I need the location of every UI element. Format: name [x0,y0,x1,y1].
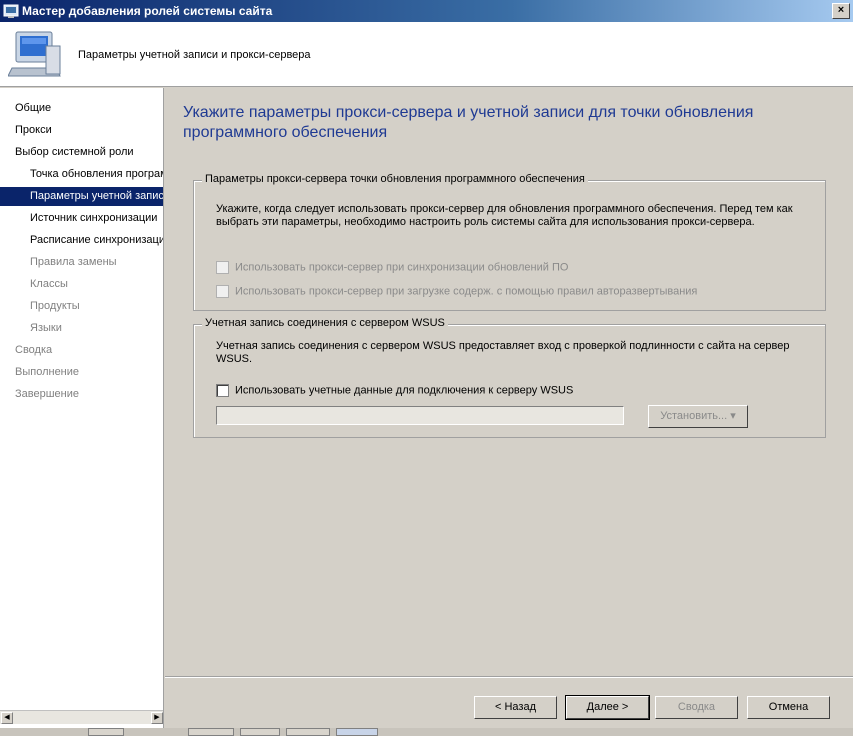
nav-step-products: Продукты [30,300,80,312]
nav-step-languages: Языки [30,322,62,334]
nav-step-progress: Выполнение [15,366,80,378]
nav-step-sync-schedule[interactable]: Расписание синхронизации [0,231,163,250]
nav-step-sup[interactable]: Точка обновления программного обеспечени… [0,165,163,184]
close-icon: × [837,4,845,16]
proxy-group-description: Укажите, когда следует использовать прок… [216,203,793,228]
proxy-sync-label: Использовать прокси-сервер при синхрониз… [235,261,569,274]
nav-step-classes: Классы [30,278,68,290]
back-button[interactable]: < Назад [474,696,557,719]
wsus-account-group: Учетная запись соединения с сервером WSU… [193,317,826,438]
cancel-button[interactable]: Отмена [747,696,830,719]
taskbar [0,728,853,736]
wsus-group-description: Учетная запись соединения с сервером WSU… [216,340,790,365]
wizard-content: Укажите параметры прокси-сервера и учетн… [165,88,853,678]
wizard-steps-nav: Общие Прокси Выбор системной роли Точка … [0,88,164,736]
page-title: Укажите параметры прокси-сервера и учетн… [183,104,754,141]
proxy-group-legend: Параметры прокси-сервера точки обновлени… [202,173,588,185]
scroll-right-icon[interactable]: ▶ [151,712,163,724]
nav-step-supersedence: Правила замены [30,256,117,268]
wizard-icon [3,4,19,18]
nav-horizontal-scrollbar[interactable]: ◀ ▶ [0,710,163,724]
proxy-settings-group: Параметры прокси-сервера точки обновлени… [193,173,826,311]
taskbar-item[interactable] [88,728,124,736]
nav-step-sync-source[interactable]: Источник синхронизации [0,209,163,228]
wsus-credentials-label[interactable]: Использовать учетные данные для подключе… [235,385,573,397]
close-button[interactable]: × [832,3,850,19]
nav-step-summary: Сводка [15,344,53,356]
wizard-subtitle: Параметры учетной записи и прокси-сервер… [78,49,311,61]
wizard-header: Параметры учетной записи и прокси-сервер… [0,22,853,87]
taskbar-item[interactable] [188,728,234,736]
proxy-sync-option: Использовать прокси-сервер при синхрониз… [216,261,568,275]
footer-divider [165,676,853,678]
set-account-button: Установить... ▾ [648,405,748,428]
proxy-adr-checkbox [216,285,229,298]
nav-step-account-settings[interactable]: Параметры учетной записи [0,187,163,206]
next-button[interactable]: Далее > [565,695,650,720]
summary-button: Сводка [655,696,738,719]
window-title: Мастер добавления ролей системы сайта [22,4,273,18]
nav-step-role-selection[interactable]: Выбор системной роли [0,143,163,162]
wsus-credentials-checkbox[interactable] [216,384,229,397]
taskbar-item[interactable] [286,728,330,736]
title-bar: Мастер добавления ролей системы сайта × [0,0,853,22]
taskbar-item-active[interactable] [336,728,378,736]
wsus-group-legend: Учетная запись соединения с сервером WSU… [202,317,448,329]
nav-step-general[interactable]: Общие [0,99,163,118]
taskbar-item[interactable] [240,728,280,736]
wsus-account-field [216,406,624,425]
nav-step-completion: Завершение [15,388,79,400]
proxy-adr-label: Использовать прокси-сервер при загрузке … [235,285,698,298]
proxy-adr-option: Использовать прокси-сервер при загрузке … [216,285,697,299]
scroll-left-icon[interactable]: ◀ [1,712,13,724]
proxy-sync-checkbox [216,261,229,274]
nav-step-proxy[interactable]: Прокси [0,121,163,140]
computer-icon [8,31,61,77]
wsus-credentials-option[interactable]: Использовать учетные данные для подключе… [216,384,573,398]
